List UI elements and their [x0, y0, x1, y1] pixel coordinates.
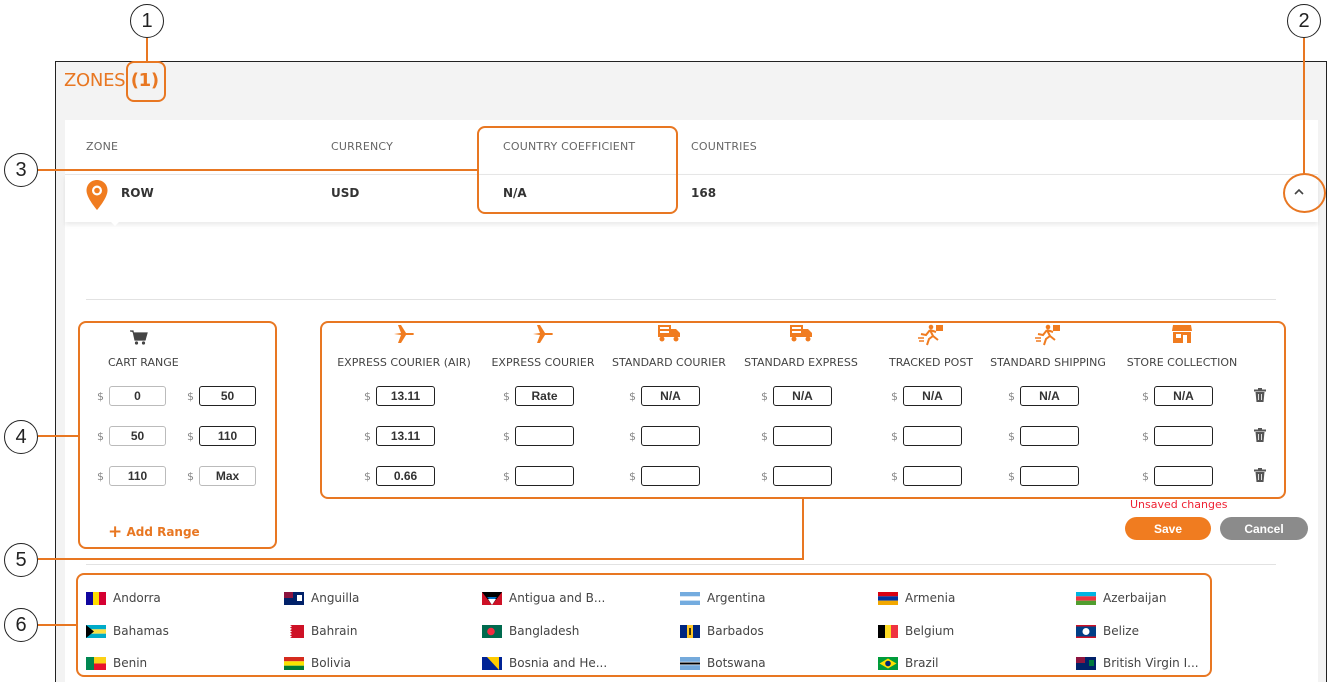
highlight-shipping-methods: [320, 321, 1286, 499]
callout-4: 4: [4, 420, 38, 454]
highlight-collapse: [1283, 173, 1326, 213]
callout-6: 6: [4, 608, 38, 642]
callout-3: 3: [4, 153, 38, 187]
divider: [86, 299, 1276, 300]
callout-1: 1: [130, 4, 164, 38]
highlight-countries: [76, 573, 1212, 677]
connector-2: [1303, 38, 1305, 174]
divider: [86, 564, 1276, 565]
header-zone: ZONE: [86, 140, 119, 153]
highlight-coefficient: [477, 126, 678, 214]
save-button[interactable]: Save: [1125, 517, 1211, 540]
callout-2: 2: [1287, 4, 1321, 38]
title-text: ZONES: [64, 70, 126, 91]
row-pointer: [108, 219, 122, 226]
connector-1: [146, 38, 148, 62]
callout-5: 5: [4, 543, 38, 577]
connector-6: [38, 624, 77, 626]
connector-3: [38, 169, 478, 171]
connector-4: [38, 435, 79, 437]
unsaved-changes-text: Unsaved changes: [1130, 498, 1228, 511]
header-countries: COUNTRIES: [691, 140, 757, 153]
cancel-button[interactable]: Cancel: [1220, 517, 1308, 540]
highlight-zone-count: [126, 61, 166, 102]
header-currency: CURRENCY: [331, 140, 394, 153]
connector-5: [38, 558, 804, 560]
zone-countries-count: 168: [691, 186, 717, 200]
connector-5b: [802, 498, 804, 560]
zone-currency: USD: [331, 186, 360, 200]
highlight-cart-range: [78, 321, 277, 549]
location-pin-icon: [86, 180, 108, 210]
zone-name: ROW: [121, 186, 154, 200]
